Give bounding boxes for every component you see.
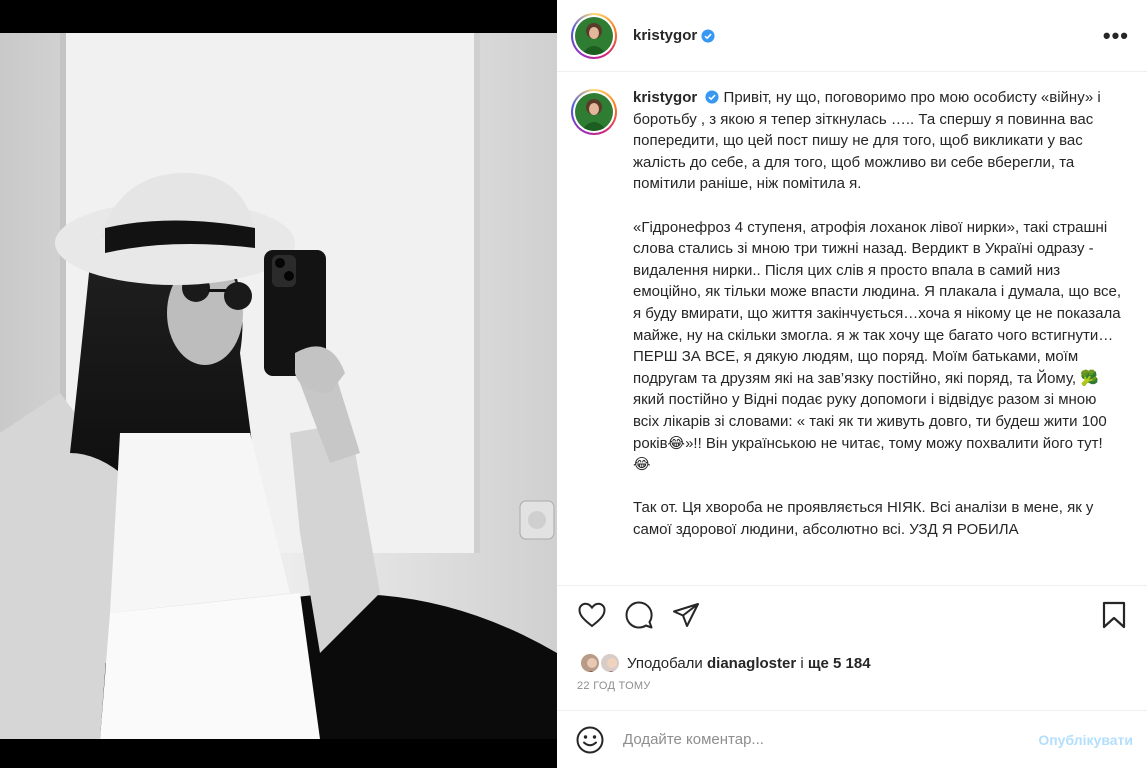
more-icon[interactable]: ••• [1099,24,1133,47]
likers-avatars[interactable] [579,652,623,674]
liker-username[interactable]: dianagloster [707,655,796,672]
like-button[interactable] [575,600,609,630]
bookmark-icon [1102,601,1126,629]
likes-summary: Уподобали dianagloster і ще 5 184 [579,652,871,674]
caption-area: kristygor Привіт, ну що, поговоримо про … [557,73,1147,585]
post-details-panel: kristygor ••• kristygor Привіт, ну що, п… [557,0,1147,768]
caption-paragraph-3: Так от. Ця хвороба не проявляється НІЯК.… [633,499,1094,538]
caption-paragraph-1: Привіт, ну що, поговоримо про мою особис… [633,89,1101,193]
post-photo[interactable] [0,33,557,739]
likes-middle: і [800,654,804,672]
verified-icon [705,90,719,104]
comment-icon [625,601,653,629]
caption-paragraph-2: «Гідронефроз 4 ступеня, атрофія лоханок … [633,218,1122,474]
liker-avatar [579,652,601,674]
author-username[interactable]: kristygor [633,27,697,44]
post-actions-bar [557,585,1147,630]
comment-input[interactable] [623,731,1003,748]
publish-button[interactable]: Опублікувати [1038,732,1133,748]
heart-icon [578,602,606,628]
emoji-icon[interactable] [575,725,605,755]
comment-box: Опублікувати [557,710,1147,768]
save-button[interactable] [1097,600,1131,630]
comment-button[interactable] [622,600,656,630]
caption-avatar[interactable] [571,89,617,135]
likes-prefix: Уподобали [627,654,703,672]
share-button[interactable] [669,600,703,630]
post-caption: kristygor Привіт, ну що, поговоримо про … [633,87,1123,585]
verified-icon [701,28,715,43]
post-media-pane [0,0,557,768]
post-timestamp[interactable]: 22 ГОД ТОМУ [577,680,651,692]
author-avatar[interactable] [571,12,617,59]
caption-username[interactable]: kristygor [633,89,697,106]
liker-avatar [599,652,621,674]
post-header: kristygor ••• [557,0,1147,72]
likes-count[interactable]: ще 5 184 [808,655,871,672]
share-icon [673,603,699,627]
